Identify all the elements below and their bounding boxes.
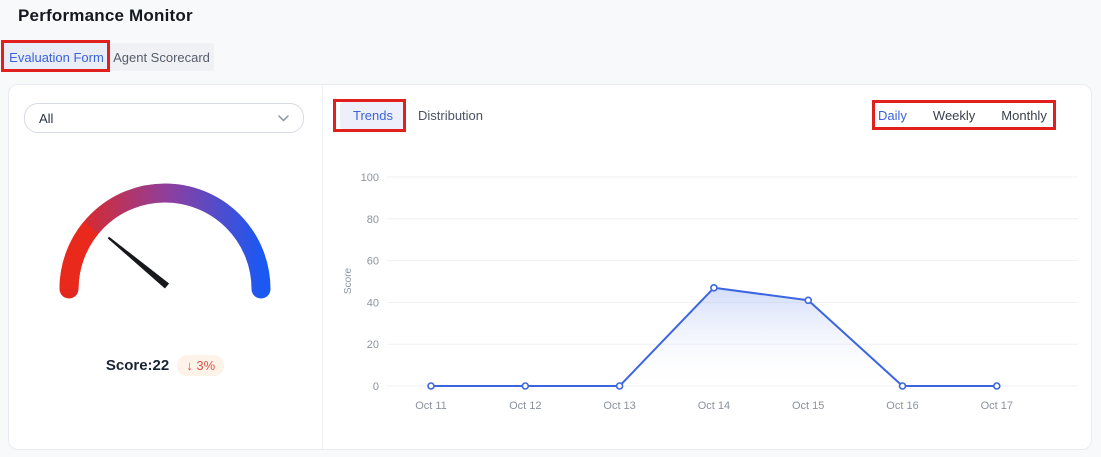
x-tick-label: Oct 12 [509, 400, 541, 412]
x-tick-label: Oct 14 [698, 400, 730, 412]
gauge-arc-track [69, 193, 261, 289]
score-gauge [55, 180, 275, 302]
chevron-down-icon [278, 115, 289, 122]
panel-divider [322, 85, 323, 449]
data-point-marker [994, 383, 1000, 389]
page-title: Performance Monitor [18, 6, 193, 26]
x-tick-label: Oct 11 [415, 400, 447, 412]
data-point-marker [900, 383, 906, 389]
period-daily[interactable]: Daily [878, 108, 907, 123]
trends-line-chart: 0 20 40 60 80 100 Score Oct 11 Oct 12 Oct 13 Oct 1… [330, 160, 1090, 422]
y-tick-label: 40 [367, 297, 379, 309]
score-value: Score:22 [106, 357, 169, 374]
score-delta-badge: ↓ 3% [177, 355, 224, 376]
y-tick-label: 60 [367, 256, 379, 268]
y-tick-label: 20 [367, 339, 379, 351]
period-toggle-group: Daily Weekly Monthly [878, 102, 1047, 129]
data-point-marker [522, 383, 528, 389]
y-tick-label: 100 [361, 172, 379, 184]
nav-tab-bar: Evaluation Form Agent Scorecard [4, 43, 214, 71]
period-weekly[interactable]: Weekly [933, 108, 975, 123]
y-tick-label: 80 [367, 214, 379, 226]
score-row: Score:22 ↓ 3% [40, 355, 290, 376]
tab-distribution[interactable]: Distribution [408, 102, 493, 129]
gauge-arc-progress [69, 228, 91, 289]
y-axis-label: Score [343, 268, 354, 295]
performance-monitor-page: Performance Monitor Evaluation Form Agen… [0, 0, 1101, 457]
period-monthly[interactable]: Monthly [1001, 108, 1047, 123]
y-tick-label: 0 [373, 381, 379, 393]
chart-tab-bar: Trends Distribution [340, 102, 493, 129]
filter-dropdown[interactable]: All [24, 103, 304, 133]
data-point-marker [711, 285, 717, 291]
x-tick-label: Oct 16 [886, 400, 918, 412]
tab-evaluation-form[interactable]: Evaluation Form [4, 43, 109, 71]
data-point-marker [617, 383, 623, 389]
x-tick-label: Oct 13 [603, 400, 635, 412]
x-tick-label: Oct 17 [981, 400, 1013, 412]
x-tick-label: Oct 15 [792, 400, 824, 412]
tab-agent-scorecard[interactable]: Agent Scorecard [109, 43, 214, 71]
tab-trends[interactable]: Trends [340, 102, 406, 129]
gauge-needle [108, 237, 169, 289]
data-point-marker [428, 383, 434, 389]
data-point-marker [805, 297, 811, 303]
filter-dropdown-value: All [39, 111, 53, 126]
